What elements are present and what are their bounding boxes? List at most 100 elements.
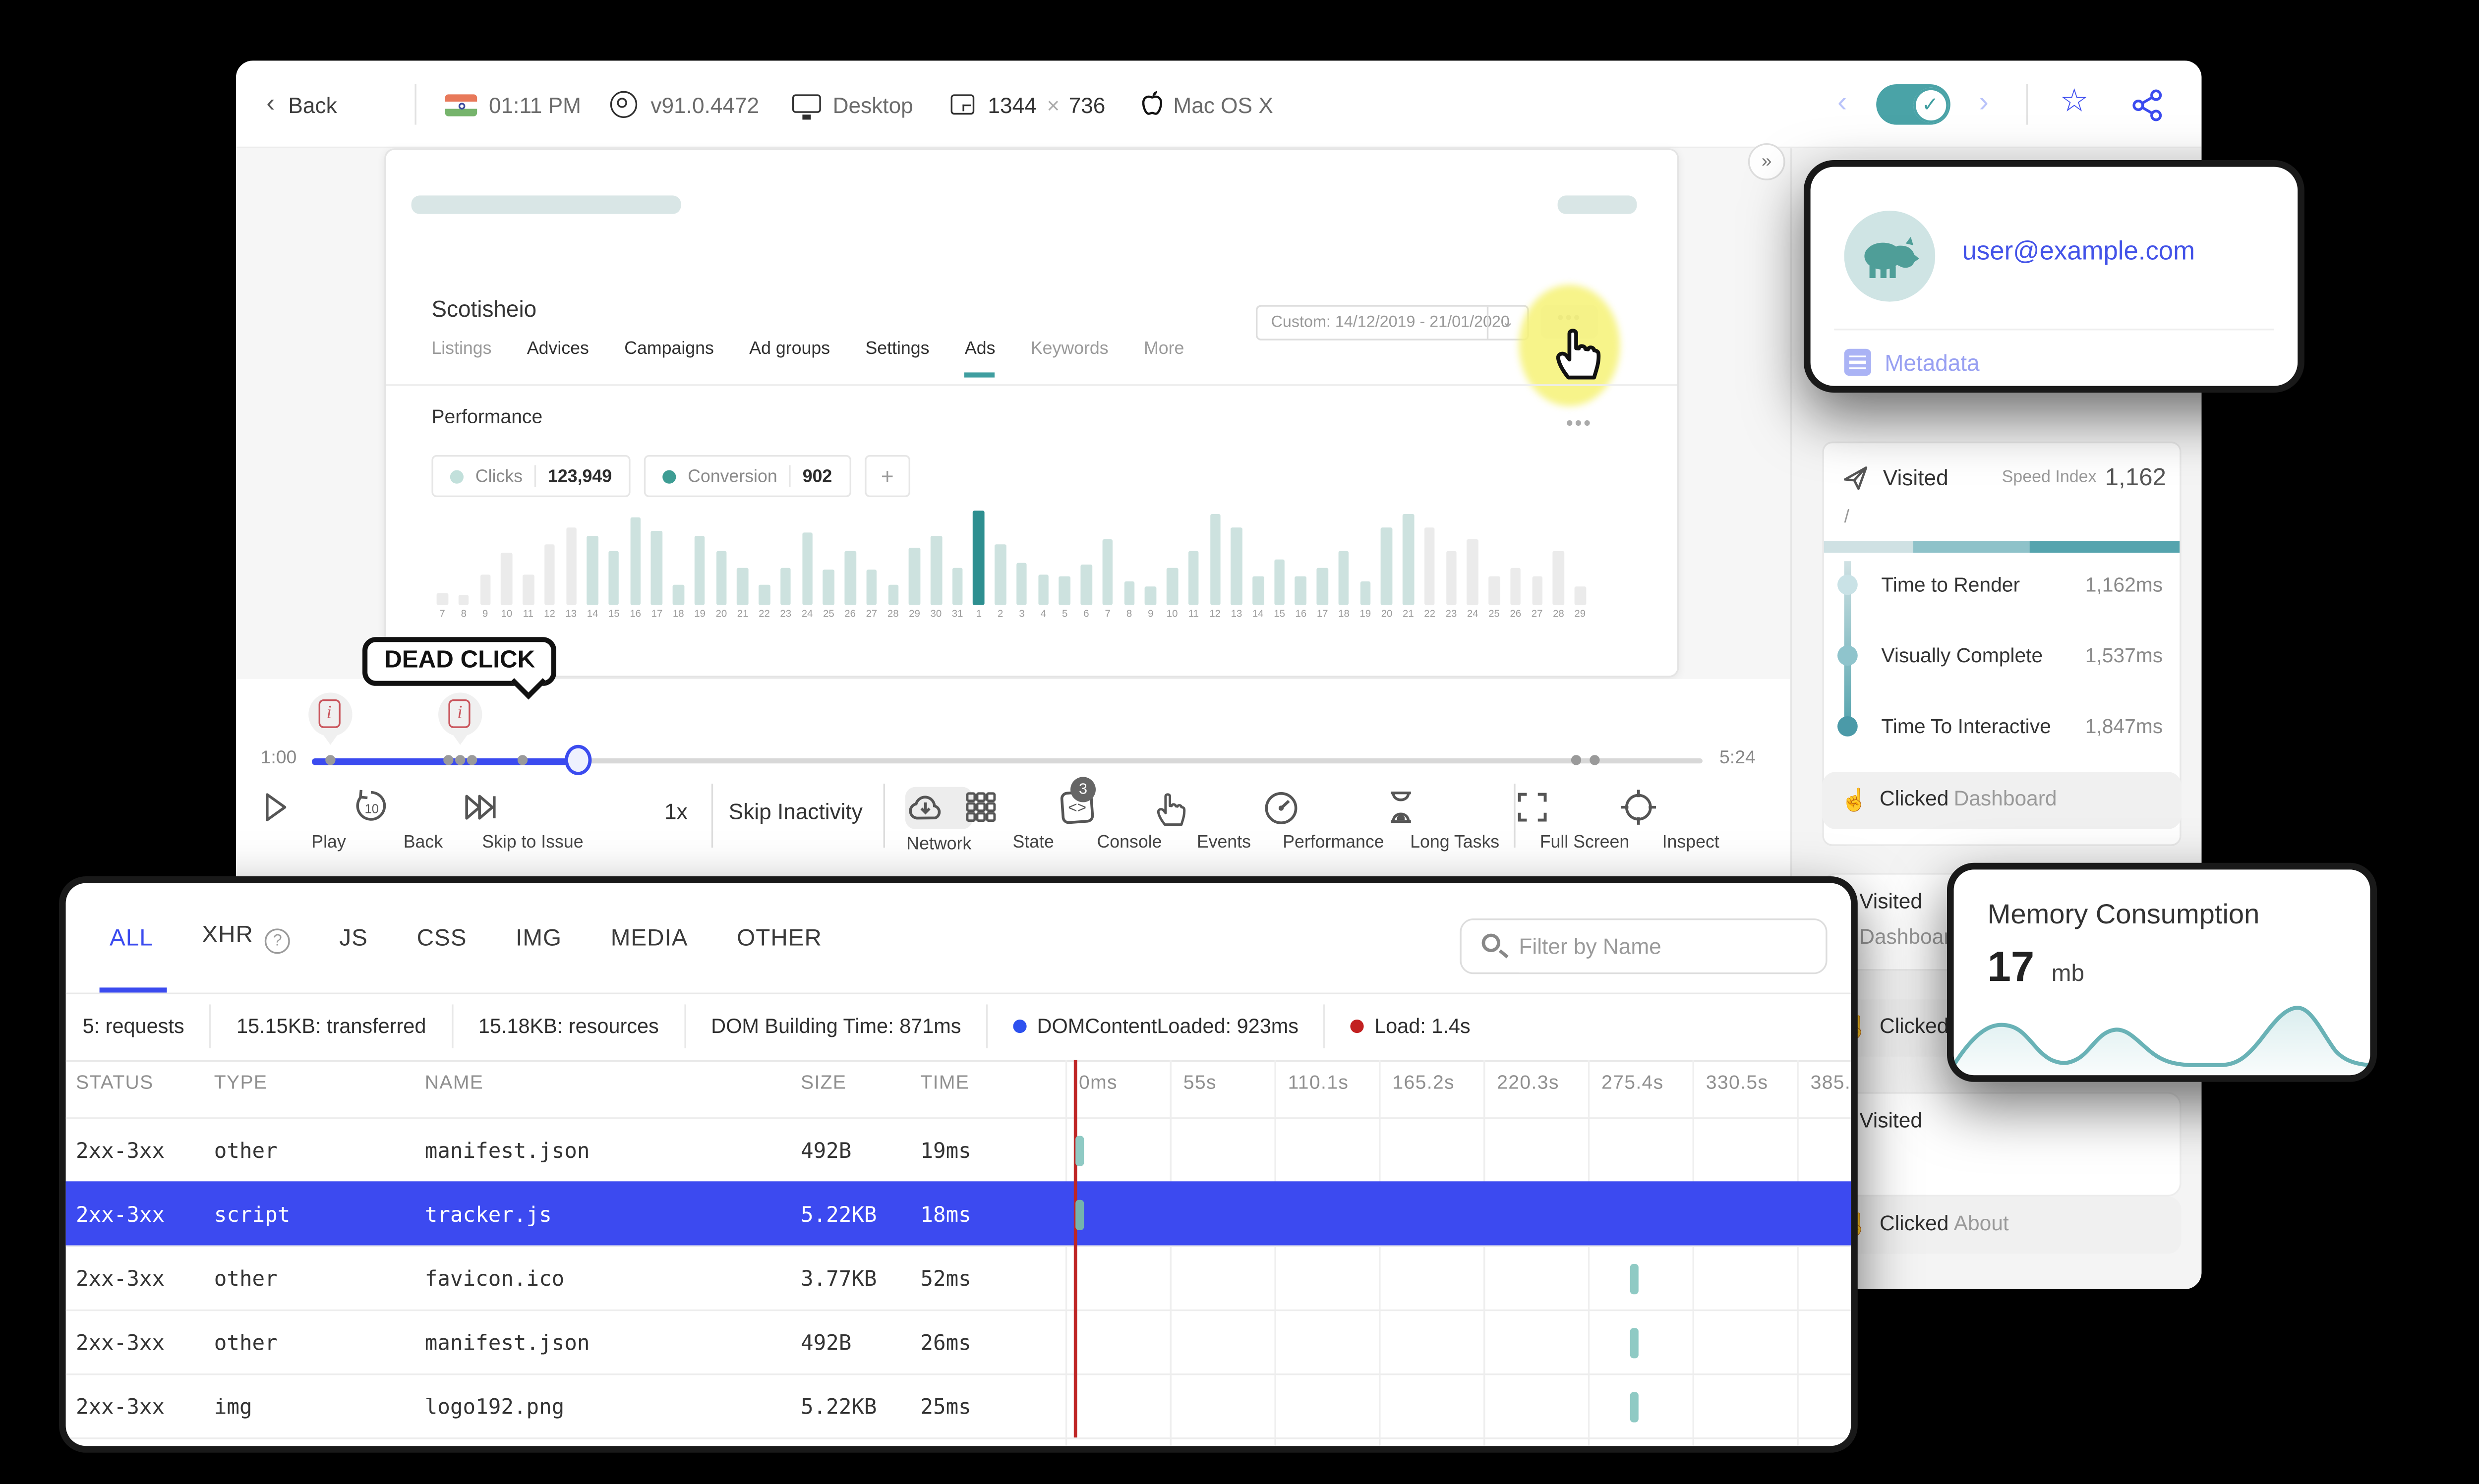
chart-bar-slot: 3 xyxy=(1011,504,1032,622)
chart-bar-slot: 19 xyxy=(689,504,710,622)
waterfall-tick: 0ms xyxy=(1079,1073,1118,1094)
event-item-clicked[interactable]: ☝ClickedAbout xyxy=(1822,1197,2182,1254)
timeline-event-dot xyxy=(467,755,477,765)
waterfall-tick: 165.2s xyxy=(1392,1073,1455,1094)
memory-consumption-card: Memory Consumption 17 mb xyxy=(1947,862,2377,1082)
dead-click-label: DEAD CLICK xyxy=(362,637,557,686)
next-session-icon[interactable]: › xyxy=(1979,86,1989,119)
chart-bar xyxy=(887,585,899,605)
chart-bar xyxy=(1317,568,1328,605)
network-tab-media[interactable]: MEDIA xyxy=(611,923,688,950)
control-label: Skip to Issue xyxy=(482,832,584,853)
network-tab-css[interactable]: CSS xyxy=(417,923,467,950)
network-tab-js[interactable]: JS xyxy=(339,923,368,950)
page-tab-listings[interactable]: Listings xyxy=(431,339,491,377)
request-row[interactable]: 2xx-3xx other manifest.json 492B 26ms xyxy=(65,1309,1851,1373)
longtasks-icon xyxy=(1382,787,1527,828)
chart-x-label: 12 xyxy=(1209,610,1221,621)
chart-x-label: 11 xyxy=(523,610,533,621)
metric-chip-conversion[interactable]: Conversion 902 xyxy=(644,455,851,497)
request-cell: 2xx-3xx xyxy=(76,1138,165,1163)
chart-bar-slot: 13 xyxy=(1226,504,1247,622)
chart-x-label: 26 xyxy=(844,610,856,621)
session-time: 01:11 PM xyxy=(489,93,581,118)
resolution-height: 736 xyxy=(1068,93,1106,118)
chart-bar xyxy=(608,550,620,605)
long-tasks-panel-button[interactable]: Long Tasks xyxy=(1382,787,1527,853)
issue-marker-pin[interactable]: i xyxy=(438,692,483,745)
chart-bar-slot: 20 xyxy=(1376,504,1397,622)
chart-bar xyxy=(1016,562,1028,605)
request-row[interactable]: 2xx-3xx other favicon.ico 3.77KB 52ms xyxy=(65,1245,1851,1310)
waterfall-tick: 385.6 xyxy=(1810,1073,1858,1094)
check-icon: ✓ xyxy=(1912,87,1948,122)
page-tab-advices[interactable]: Advices xyxy=(527,339,589,377)
chart-bar-slot: 6 xyxy=(1075,504,1097,622)
timeline-event-dot xyxy=(325,755,335,765)
request-row[interactable]: 2xx-3xx img logo192.png 5.22KB 25ms xyxy=(65,1373,1851,1437)
waterfall-tick: 220.3s xyxy=(1497,1073,1559,1094)
network-tab-xhr[interactable]: XHR? xyxy=(202,920,291,954)
request-table: 2xx-3xx other manifest.json 492B 19ms 2xx-3xx… xyxy=(65,1117,1851,1437)
divider xyxy=(386,384,1677,386)
filter-input[interactable] xyxy=(1519,920,1816,972)
request-row[interactable]: 2xx-3xx script tracker.js 5.22KB 18ms xyxy=(65,1181,1851,1246)
chart-bar-slot: 5 xyxy=(1054,504,1075,622)
stat-text: 15.18KB: resources xyxy=(478,1014,659,1038)
date-range-dropdown[interactable]: Custom: 14/12/2019 - 21/01/2020 ⌄ xyxy=(1256,305,1529,341)
chart-x-label: 20 xyxy=(715,610,727,621)
timing-label: Visually Complete xyxy=(1881,643,2043,668)
event-target: Dashboard xyxy=(1953,787,2057,811)
back-button[interactable]: Back xyxy=(288,93,337,118)
skip-inactivity-button[interactable]: Skip Inactivity xyxy=(729,799,863,824)
add-metric-button[interactable]: + xyxy=(864,455,911,497)
chart-bar-slot: 2 xyxy=(990,504,1011,622)
page-tab-campaigns[interactable]: Campaigns xyxy=(624,339,714,377)
prev-session-icon[interactable]: ‹ xyxy=(1837,86,1847,119)
chart-bar-slot: 13 xyxy=(560,504,582,622)
collapse-sidebar-icon[interactable]: » xyxy=(1748,143,1785,180)
active-tab-underline xyxy=(99,987,167,993)
event-item-visited[interactable]: Visited xyxy=(1822,1092,2182,1197)
chart-x-label: 21 xyxy=(1403,610,1414,621)
chart-bar-slot: 28 xyxy=(1548,504,1569,622)
event-item-clicked[interactable]: ☝ Clicked Dashboard xyxy=(1822,772,2182,829)
metadata-row[interactable]: Metadata xyxy=(1844,348,1980,376)
playback-speed-button[interactable]: 1x xyxy=(664,799,688,824)
network-tab-all[interactable]: ALL xyxy=(110,923,153,950)
chart-bar xyxy=(1403,513,1414,605)
section-menu-icon[interactable]: ••• xyxy=(1566,411,1593,435)
network-stat: DOM Building Time: 871ms xyxy=(684,1004,987,1048)
chart-bar xyxy=(479,573,491,605)
network-tab-img[interactable]: IMG xyxy=(516,923,562,950)
page-tab-settings[interactable]: Settings xyxy=(865,339,929,377)
playhead-handle[interactable] xyxy=(565,744,592,775)
network-stat: 5: requests xyxy=(66,1004,210,1048)
inspect-button[interactable]: Inspect xyxy=(1618,787,1763,853)
issue-marker-pin[interactable]: i xyxy=(308,692,352,745)
stat-text: DOMContentLoaded: 923ms xyxy=(1037,1014,1299,1038)
page-tab-keywords[interactable]: Keywords xyxy=(1031,339,1109,377)
chart-x-label: 29 xyxy=(1574,610,1586,621)
metric-label: Clicks xyxy=(475,466,523,486)
chart-bar-slot: 26 xyxy=(1505,504,1526,622)
page-tab-ads[interactable]: Ads xyxy=(964,339,996,378)
page-tab-ad-groups[interactable]: Ad groups xyxy=(749,339,830,377)
metric-chip-clicks[interactable]: Clicks 123,949 xyxy=(431,455,631,497)
chart-bar-slot: 31 xyxy=(947,504,968,622)
skip-to-issue-button[interactable]: Skip to Issue xyxy=(460,787,605,853)
chart-x-label: 14 xyxy=(587,610,598,621)
user-card[interactable]: user@example.com Metadata xyxy=(1804,160,2304,393)
resolution-width: 1344 xyxy=(988,93,1037,118)
chart-x-label: 6 xyxy=(1083,610,1089,621)
share-icon[interactable] xyxy=(2131,88,2165,123)
favorite-star-icon[interactable]: ☆ xyxy=(2060,83,2089,121)
network-tab-other[interactable]: OTHER xyxy=(737,923,822,950)
request-cell: manifest.json xyxy=(424,1329,590,1355)
page-tab-more[interactable]: More xyxy=(1144,339,1184,377)
request-row[interactable]: 2xx-3xx other manifest.json 492B 19ms xyxy=(65,1117,1851,1181)
chart-bar xyxy=(1102,539,1114,605)
chart-bar-slot: 25 xyxy=(818,504,839,622)
autoplay-toggle[interactable]: ✓ xyxy=(1876,84,1950,125)
waterfall-tick: 55s xyxy=(1183,1073,1217,1094)
